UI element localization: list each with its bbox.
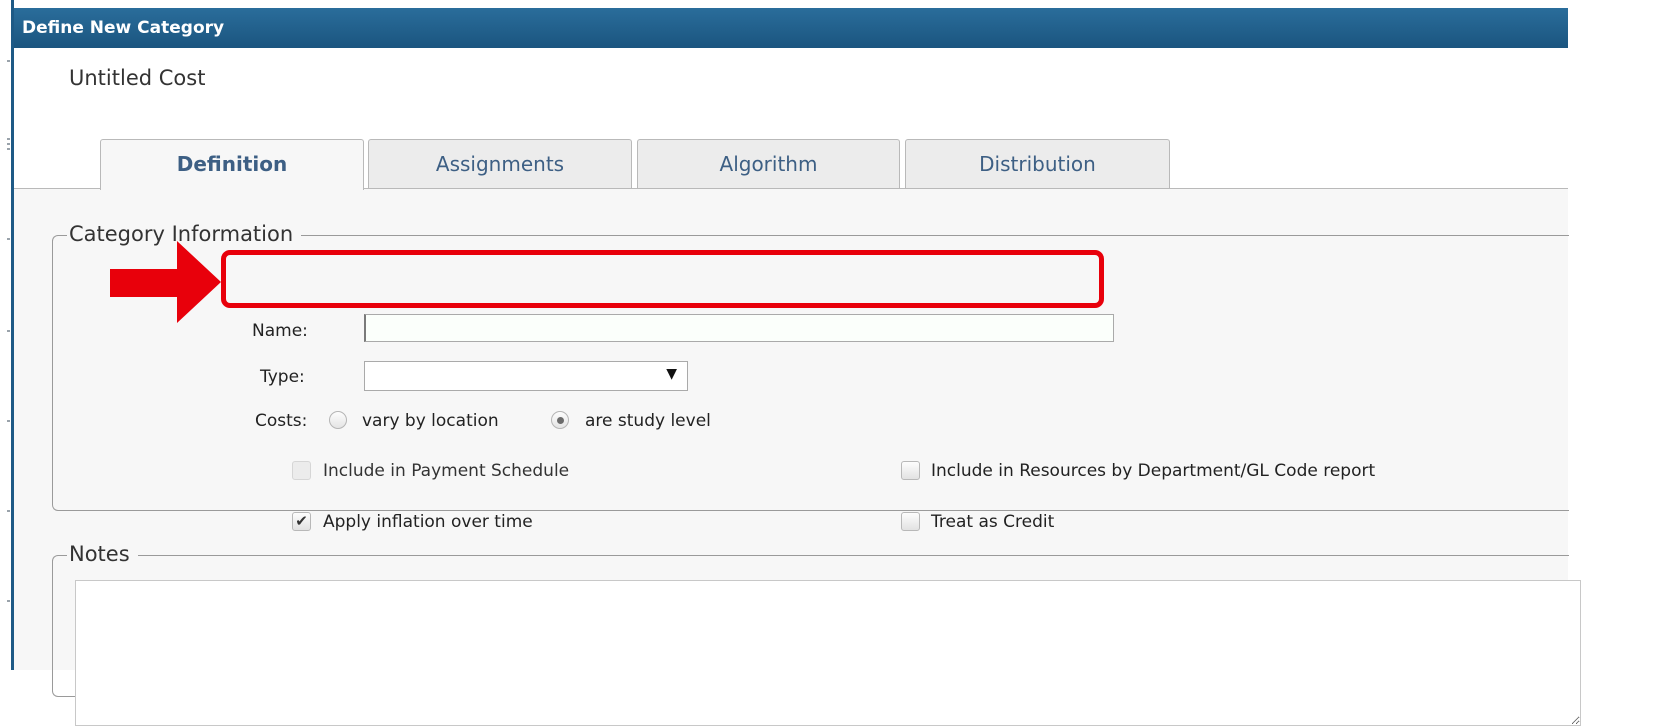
name-field-highlight-box: [221, 250, 1104, 308]
tab-distribution[interactable]: Distribution: [905, 139, 1170, 189]
tab-algorithm[interactable]: Algorithm: [637, 139, 900, 189]
name-label: Name:: [252, 321, 308, 341]
tab-assignments[interactable]: Assignments: [368, 139, 632, 189]
dialog-title-bar: Define New Category: [14, 8, 1568, 48]
edge-tick: [7, 238, 10, 240]
name-input[interactable]: [364, 314, 1114, 342]
record-title: Untitled Cost: [69, 66, 206, 90]
costs-study-level-radio[interactable]: [551, 411, 569, 429]
red-arrow-annotation: [110, 241, 221, 323]
tab-definition[interactable]: Definition: [100, 139, 364, 190]
arrow-head-shape: [110, 241, 221, 323]
type-label: Type:: [260, 367, 305, 387]
edge-tick: [7, 138, 10, 140]
notes-group: Notes: [52, 542, 1581, 726]
edge-tick: [7, 600, 10, 602]
dropdown-arrow-icon: ▼: [666, 366, 677, 382]
include-resources-report-checkbox[interactable]: [901, 461, 920, 480]
costs-study-level-label: are study level: [585, 411, 711, 431]
treat-as-credit-label: Treat as Credit: [931, 512, 1055, 532]
edge-tick: [7, 420, 10, 422]
notes-legend: Notes: [67, 542, 138, 566]
costs-vary-by-location-label: vary by location: [362, 411, 499, 431]
include-resources-report-label: Include in Resources by Department/GL Co…: [931, 461, 1376, 481]
edge-tick: [7, 143, 10, 145]
costs-vary-by-location-radio[interactable]: [329, 411, 347, 429]
notes-textarea[interactable]: [75, 580, 1581, 726]
define-category-dialog: Define New Category Untitled Cost Defini…: [14, 0, 1581, 726]
include-payment-schedule-checkbox[interactable]: [292, 461, 311, 480]
left-edge-strip: [0, 0, 10, 670]
edge-tick: [7, 510, 10, 512]
treat-as-credit-checkbox[interactable]: [901, 512, 920, 531]
edge-tick: [7, 330, 10, 332]
include-payment-schedule-label: Include in Payment Schedule: [323, 461, 570, 481]
costs-label: Costs:: [255, 411, 308, 431]
apply-inflation-checkbox[interactable]: ✔: [292, 512, 311, 531]
edge-tick: [7, 148, 10, 150]
edge-tick: [7, 60, 10, 62]
apply-inflation-label: Apply inflation over time: [323, 512, 533, 532]
type-select[interactable]: ▼: [364, 361, 688, 391]
